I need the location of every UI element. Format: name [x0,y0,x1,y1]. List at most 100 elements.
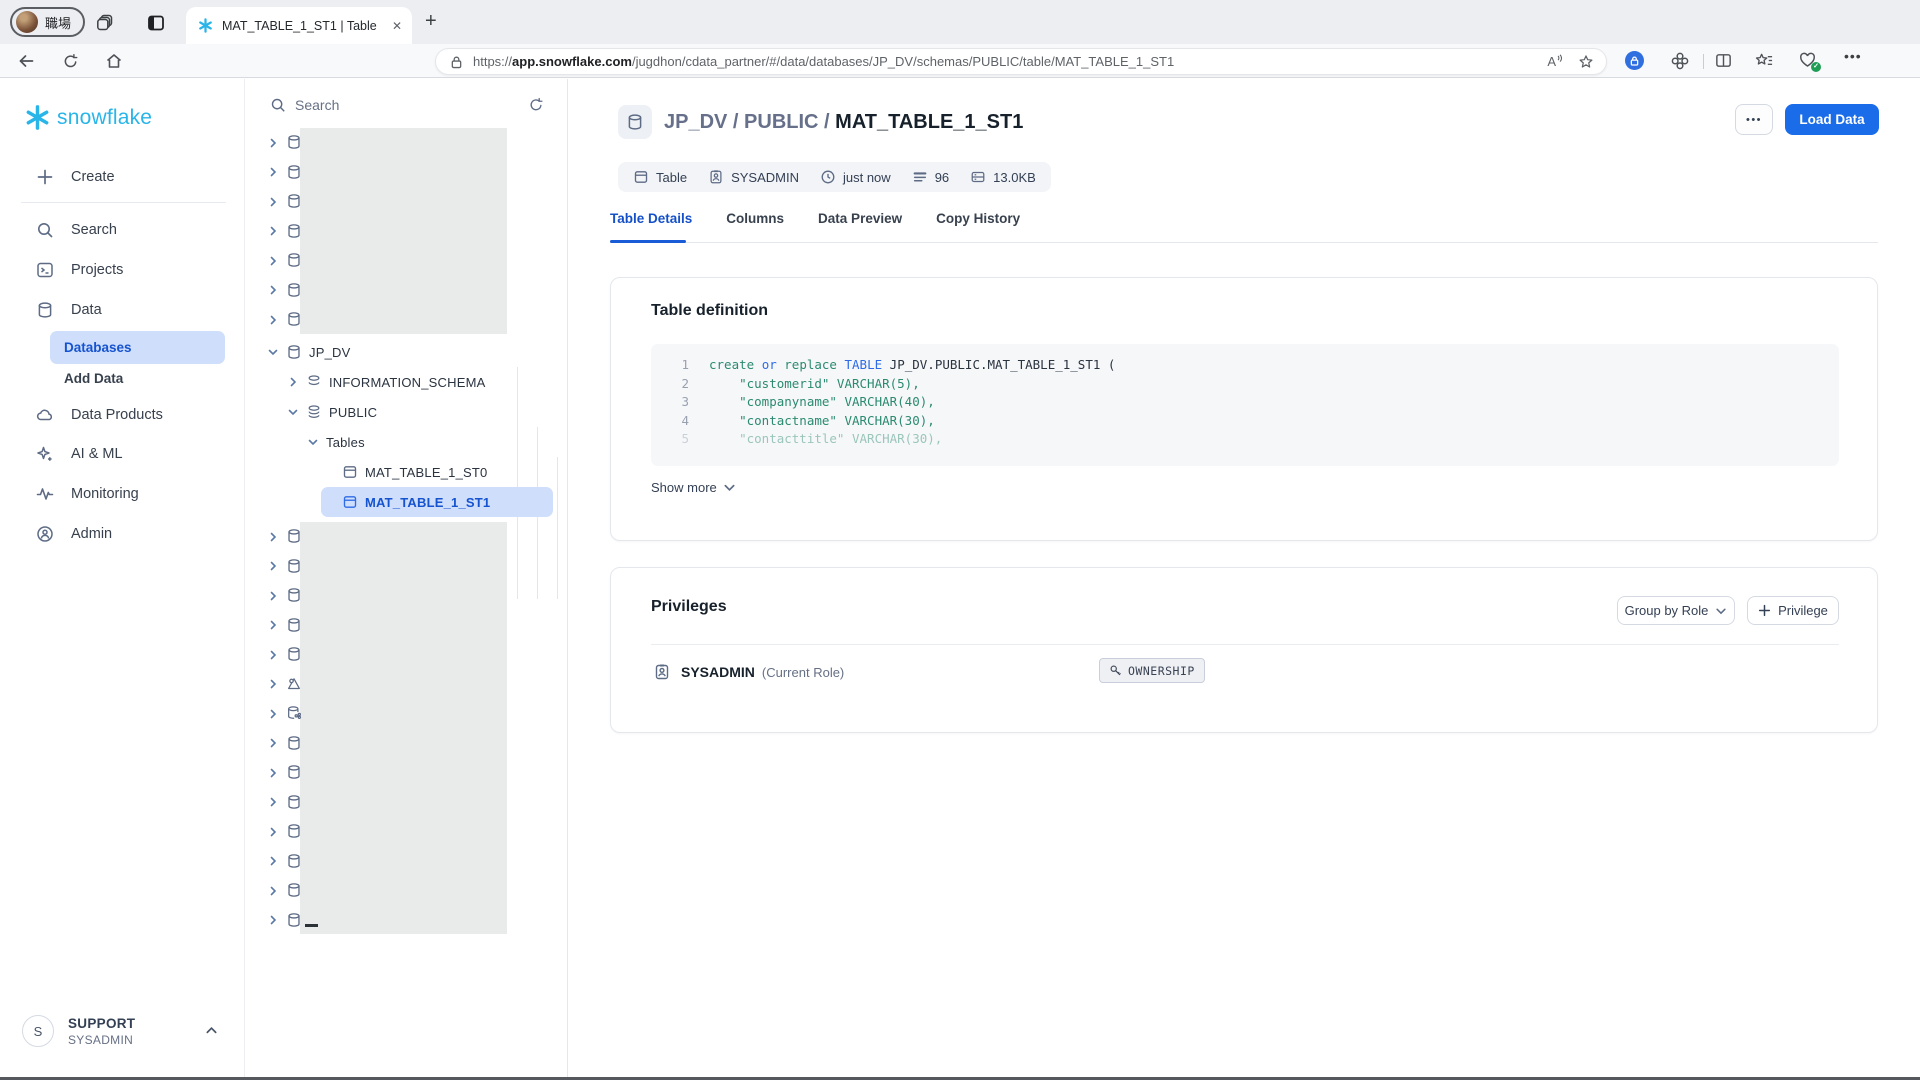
tree-row-redacted[interactable] [245,670,568,700]
tab-columns[interactable]: Columns [726,211,784,240]
address-bar[interactable]: https://app.snowflake.com/jugdhon/cdata_… [435,48,1607,75]
home-icon[interactable] [102,49,126,73]
sidebar-item-data[interactable]: Data [0,294,245,326]
chevron-right-icon[interactable] [266,313,280,327]
chevron-right-icon[interactable] [266,283,280,297]
sidebar-item-ai-ml[interactable]: AI & ML [0,438,245,470]
tab-actions-icon[interactable] [145,12,167,34]
sidebar-item-projects[interactable]: Projects [0,254,245,286]
chevron-right-icon[interactable] [266,589,280,603]
split-screen-icon[interactable] [1714,51,1733,70]
code-line: 5 "contacttitle" VARCHAR(30), [669,431,1839,450]
breadcrumb-path[interactable]: JP_DV / PUBLIC / [664,111,835,133]
chevron-down-icon[interactable] [266,345,280,359]
chevron-down-icon[interactable] [306,435,320,449]
chevron-right-icon[interactable] [266,707,280,721]
tab-close-icon[interactable]: ✕ [392,19,402,33]
sidebar-item-search[interactable]: Search [0,214,245,246]
refresh-icon[interactable] [58,49,82,73]
tree-row-redacted[interactable] [245,788,568,818]
chevron-right-icon[interactable] [266,136,280,150]
snowflake-logo[interactable]: snowflake [24,104,152,131]
tree-row-redacted[interactable] [245,876,568,906]
browser-tab[interactable]: MAT_TABLE_1_ST1 | Table ✕ [186,7,412,44]
chevron-right-icon[interactable] [266,854,280,868]
chevron-right-icon[interactable] [266,677,280,691]
tree-row-redacted[interactable] [245,158,568,188]
more-actions-button[interactable]: ••• [1735,104,1773,135]
chevron-right-icon[interactable] [266,795,280,809]
tree-search-input[interactable]: Search [245,89,568,121]
tree-row-redacted[interactable] [245,699,568,729]
chevron-right-icon[interactable] [266,254,280,268]
support-account-button[interactable]: S SUPPORT SYSADMIN [0,1004,245,1058]
tree-row-redacted[interactable] [245,817,568,847]
database-icon [286,912,303,929]
ownership-grant-badge[interactable]: OWNERSHIP [1099,658,1205,683]
sidebar-item-add-data[interactable]: Add Data [50,364,225,392]
back-icon[interactable] [14,49,38,73]
sidebar-item-create[interactable]: Create [0,161,245,193]
tree-row-redacted[interactable] [245,276,568,306]
tree-row-redacted[interactable] [245,581,568,611]
load-data-button[interactable]: Load Data [1785,104,1879,135]
tree-row-redacted[interactable] [245,187,568,217]
tab-table-details[interactable]: Table Details [610,211,692,240]
favorites-bar-icon[interactable] [1754,51,1774,70]
tree-row-redacted[interactable] [245,552,568,582]
chevron-right-icon[interactable] [266,884,280,898]
tree-node-public[interactable]: PUBLIC [286,397,377,427]
tree-row-redacted[interactable] [245,128,568,158]
sidebar-item-databases[interactable]: Databases [50,331,225,364]
tree-row-redacted[interactable] [245,217,568,247]
chevron-right-icon[interactable] [266,195,280,209]
tree-refresh-icon[interactable] [528,89,546,121]
chevron-right-icon[interactable] [266,825,280,839]
tree-row-redacted[interactable] [245,305,568,335]
tree-node-jp-dv[interactable]: JP_DV [266,337,350,367]
tab-copy-history[interactable]: Copy History [936,211,1020,240]
chevron-right-icon[interactable] [266,165,280,179]
chevron-right-icon[interactable] [266,530,280,544]
chevron-right-icon[interactable] [266,766,280,780]
tree-row-redacted[interactable] [245,522,568,552]
tree-row-redacted[interactable] [245,729,568,759]
tree-node-tables[interactable]: Tables [306,427,365,457]
browser-profile-button[interactable]: 職場 [10,7,85,37]
chevron-right-icon[interactable] [266,736,280,750]
site-lock-icon[interactable] [450,55,463,69]
favorite-star-icon[interactable] [1578,54,1594,70]
password-manager-icon[interactable] [1625,51,1644,70]
sql-code-block[interactable]: 1create or replace TABLE JP_DV.PUBLIC.MA… [651,344,1839,466]
chevron-right-icon[interactable] [266,913,280,927]
sidebar-item-data-products[interactable]: Data Products [0,399,245,431]
chevron-right-icon[interactable] [286,375,300,389]
chevron-right-icon[interactable] [266,559,280,573]
chevron-down-icon[interactable] [286,405,300,419]
chevron-right-icon[interactable] [266,224,280,238]
extensions-icon[interactable] [1670,51,1690,71]
tree-row-redacted[interactable] [245,640,568,670]
new-tab-button[interactable]: + [425,10,437,32]
sidebar-item-admin[interactable]: Admin [0,518,245,550]
tree-row-redacted[interactable] [245,758,568,788]
tree-row-redacted[interactable] [245,611,568,641]
tree-row-redacted[interactable] [245,847,568,877]
url-text[interactable]: https://app.snowflake.com/jugdhon/cdata_… [473,54,1537,69]
tree-node-information-schema[interactable]: INFORMATION_SCHEMA [286,367,485,397]
tree-node-mat-table-1-st0[interactable]: MAT_TABLE_1_ST0 [342,457,487,487]
tab-data-preview[interactable]: Data Preview [818,211,902,240]
workspaces-icon[interactable] [95,12,117,34]
browser-essentials-icon[interactable]: ✓ [1798,51,1817,74]
show-more-button[interactable]: Show more [651,480,736,495]
tree-row-redacted[interactable] [245,246,568,276]
browser-menu-icon[interactable]: ••• [1844,48,1862,66]
add-privilege-button[interactable]: Privilege [1747,596,1839,625]
group-by-role-dropdown[interactable]: Group by Role [1617,596,1735,625]
sidebar-item-monitoring[interactable]: Monitoring [0,478,245,510]
tree-row-redacted[interactable] [245,906,568,936]
read-aloud-icon[interactable]: A [1547,54,1562,69]
tree-node-mat-table-1-st1[interactable]: MAT_TABLE_1_ST1 [321,487,553,517]
chevron-right-icon[interactable] [266,648,280,662]
chevron-right-icon[interactable] [266,618,280,632]
